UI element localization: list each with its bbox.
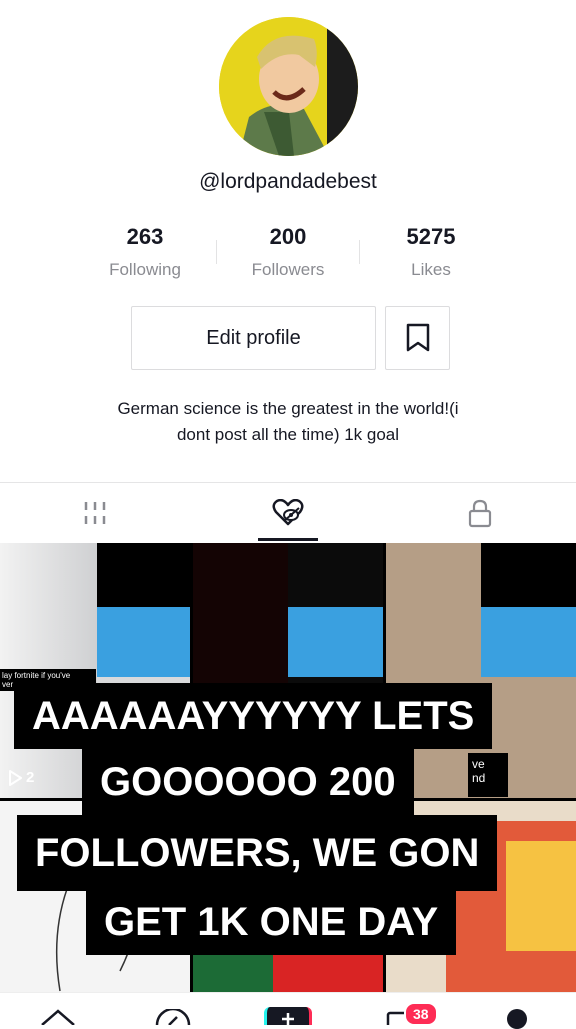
followers-stat[interactable]: 200 Followers [228, 224, 348, 280]
profile-avatar[interactable] [219, 17, 358, 156]
likes-count: 5275 [406, 224, 456, 249]
liked-videos-icon [272, 499, 304, 526]
stat-divider [359, 240, 360, 264]
tab-liked[interactable] [268, 496, 308, 530]
likes-stat[interactable]: 5275 Likes [371, 224, 491, 280]
play-icon [9, 769, 22, 786]
video-thumbnail[interactable]: ve nd [386, 543, 576, 798]
create-button[interactable] [264, 1007, 312, 1025]
following-stat[interactable]: 263 Following [85, 224, 205, 280]
home-icon[interactable] [38, 1009, 78, 1025]
profile-bio: German science is the greatest in the wo… [60, 396, 516, 448]
active-tab-indicator [258, 538, 318, 541]
lock-icon [468, 499, 492, 528]
following-count: 263 [126, 224, 164, 249]
tab-private[interactable] [460, 496, 500, 530]
followers-count: 200 [269, 224, 307, 249]
stat-divider [216, 240, 217, 264]
inbox-badge: 38 [404, 1002, 438, 1026]
following-label: Following [109, 260, 181, 279]
video-caption-snippet: ve [472, 757, 485, 771]
username: @lordpandadebest [199, 170, 377, 193]
avatar-image [219, 17, 358, 156]
tab-videos[interactable] [75, 496, 115, 530]
discover-icon[interactable] [155, 1009, 191, 1025]
followers-label: Followers [251, 260, 325, 279]
video-caption-snippet: nd [472, 771, 486, 785]
overlay-caption-line: GET 1K ONE DAY [86, 889, 457, 955]
video-caption-snippet: ver [2, 680, 14, 689]
plus-icon [282, 1013, 294, 1025]
favorites-button[interactable] [385, 306, 450, 370]
tabs-divider [0, 482, 576, 483]
overlay-caption-line: FOLLOWERS, WE GON [17, 815, 498, 891]
play-count: 2 [8, 769, 34, 786]
bio-line: dont post all the time) 1k goal [176, 425, 400, 444]
bottom-nav [0, 992, 576, 1029]
play-count-value: 2 [26, 769, 35, 786]
bookmark-icon [406, 323, 429, 352]
overlay-caption-line: AAAAAAYYYYYY LETS [14, 683, 493, 749]
edit-profile-button[interactable]: Edit profile [131, 306, 376, 370]
likes-label: Likes [411, 260, 451, 279]
video-caption-snippet: lay fortnite if you've [2, 671, 71, 680]
overlay-caption-line: GOOOOOO 200 [82, 749, 414, 815]
bio-line: German science is the greatest in the wo… [117, 399, 459, 418]
grid-icon [84, 502, 106, 524]
profile-nav-icon[interactable] [507, 1009, 527, 1029]
